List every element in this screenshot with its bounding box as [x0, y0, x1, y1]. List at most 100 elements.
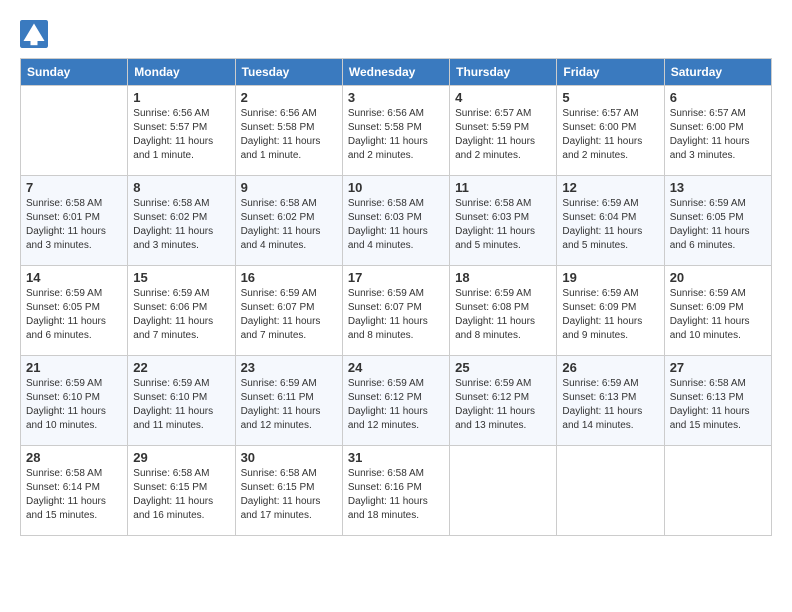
calendar-cell [664, 446, 771, 536]
calendar-cell: 18Sunrise: 6:59 AMSunset: 6:08 PMDayligh… [450, 266, 557, 356]
calendar-cell: 9 Sunrise: 6:58 AMSunset: 6:02 PMDaylight… [235, 176, 342, 266]
calendar-cell: 11 Sunrise: 6:58 AMSunset: 6:03 PMDayligh… [450, 176, 557, 266]
calendar-cell: 2 Sunrise: 6:56 AMSunset: 5:58 PMDaylight… [235, 86, 342, 176]
day-info: Sunrise: 6:59 AMSunset: 6:04 PMDaylight:… [562, 197, 658, 253]
day-number: 25 [455, 360, 551, 375]
calendar-cell: 1 Sunrise: 6:56 AMSunset: 5:57 PMDaylight… [128, 86, 235, 176]
calendar-cell: 5Sunrise: 6:57 AMSunset: 6:00 PMDaylight… [557, 86, 664, 176]
day-info: Sunrise: 6:59 AMSunset: 6:06 PMDaylight:… [133, 287, 229, 343]
day-info: Sunrise: 6:59 AMSunset: 6:12 PMDaylight:… [455, 377, 551, 433]
day-number: 29 [133, 450, 229, 465]
day-info: Sunrise: 6:57 AMSunset: 6:00 PMDaylight:… [670, 107, 766, 163]
day-info: Sunrise: 6:57 AMSunset: 5:59 PMDaylight:… [455, 107, 551, 163]
day-number: 26 [562, 360, 658, 375]
calendar-cell: 13Sunrise: 6:59 AMSunset: 6:05 PMDayligh… [664, 176, 771, 266]
day-number: 31 [348, 450, 444, 465]
day-info: Sunrise: 6:59 AMSunset: 6:10 PMDaylight:… [133, 377, 229, 433]
day-number: 8 [133, 180, 229, 195]
day-number: 1 [133, 90, 229, 105]
day-number: 7 [26, 180, 122, 195]
day-info: Sunrise: 6:59 AMSunset: 6:10 PMDaylight:… [26, 377, 122, 433]
day-number: 30 [241, 450, 337, 465]
calendar-cell: 8 Sunrise: 6:58 AMSunset: 6:02 PMDaylight… [128, 176, 235, 266]
day-number: 13 [670, 180, 766, 195]
weekday-header-sunday: Sunday [21, 59, 128, 86]
calendar-cell: 4 Sunrise: 6:57 AMSunset: 5:59 PMDaylight… [450, 86, 557, 176]
calendar-cell: 20 Sunrise: 6:59 AMSunset: 6:09 PMDayligh… [664, 266, 771, 356]
calendar-cell [21, 86, 128, 176]
day-number: 28 [26, 450, 122, 465]
calendar-cell: 16 Sunrise: 6:59 AMSunset: 6:07 PMDayligh… [235, 266, 342, 356]
day-number: 2 [241, 90, 337, 105]
day-number: 14 [26, 270, 122, 285]
day-number: 9 [241, 180, 337, 195]
day-info: Sunrise: 6:59 AMSunset: 6:11 PMDaylight:… [241, 377, 337, 433]
day-number: 24 [348, 360, 444, 375]
calendar-week-row: 1 Sunrise: 6:56 AMSunset: 5:57 PMDaylight… [21, 86, 772, 176]
day-number: 18 [455, 270, 551, 285]
day-info: Sunrise: 6:57 AMSunset: 6:00 PMDaylight:… [562, 107, 658, 163]
day-info: Sunrise: 6:58 AMSunset: 6:15 PMDaylight:… [133, 467, 229, 523]
calendar-cell: 23 Sunrise: 6:59 AMSunset: 6:11 PMDayligh… [235, 356, 342, 446]
day-number: 16 [241, 270, 337, 285]
day-info: Sunrise: 6:58 AMSunset: 6:01 PMDaylight:… [26, 197, 122, 253]
calendar-header-row: SundayMondayTuesdayWednesdayThursdayFrid… [21, 59, 772, 86]
day-info: Sunrise: 6:58 AMSunset: 6:03 PMDaylight:… [348, 197, 444, 253]
weekday-header-friday: Friday [557, 59, 664, 86]
calendar-cell: 15 Sunrise: 6:59 AMSunset: 6:06 PMDayligh… [128, 266, 235, 356]
day-info: Sunrise: 6:59 AMSunset: 6:07 PMDaylight:… [348, 287, 444, 343]
calendar-cell: 14Sunrise: 6:59 AMSunset: 6:05 PMDayligh… [21, 266, 128, 356]
day-info: Sunrise: 6:59 AMSunset: 6:07 PMDaylight:… [241, 287, 337, 343]
day-info: Sunrise: 6:56 AMSunset: 5:57 PMDaylight:… [133, 107, 229, 163]
day-number: 11 [455, 180, 551, 195]
day-info: Sunrise: 6:56 AMSunset: 5:58 PMDaylight:… [241, 107, 337, 163]
calendar-cell: 31Sunrise: 6:58 AMSunset: 6:16 PMDayligh… [342, 446, 449, 536]
day-info: Sunrise: 6:59 AMSunset: 6:09 PMDaylight:… [670, 287, 766, 343]
page-header [20, 20, 772, 48]
day-number: 27 [670, 360, 766, 375]
weekday-header-monday: Monday [128, 59, 235, 86]
calendar-cell: 12 Sunrise: 6:59 AMSunset: 6:04 PMDayligh… [557, 176, 664, 266]
day-info: Sunrise: 6:56 AMSunset: 5:58 PMDaylight:… [348, 107, 444, 163]
day-info: Sunrise: 6:58 AMSunset: 6:15 PMDaylight:… [241, 467, 337, 523]
calendar-cell: 24 Sunrise: 6:59 AMSunset: 6:12 PMDayligh… [342, 356, 449, 446]
calendar-week-row: 21Sunrise: 6:59 AMSunset: 6:10 PMDayligh… [21, 356, 772, 446]
day-info: Sunrise: 6:58 AMSunset: 6:02 PMDaylight:… [241, 197, 337, 253]
weekday-header-tuesday: Tuesday [235, 59, 342, 86]
day-number: 10 [348, 180, 444, 195]
calendar-cell: 25 Sunrise: 6:59 AMSunset: 6:12 PMDayligh… [450, 356, 557, 446]
calendar-cell: 22Sunrise: 6:59 AMSunset: 6:10 PMDayligh… [128, 356, 235, 446]
calendar-cell: 21Sunrise: 6:59 AMSunset: 6:10 PMDayligh… [21, 356, 128, 446]
day-number: 4 [455, 90, 551, 105]
day-info: Sunrise: 6:59 AMSunset: 6:12 PMDaylight:… [348, 377, 444, 433]
calendar-week-row: 14Sunrise: 6:59 AMSunset: 6:05 PMDayligh… [21, 266, 772, 356]
day-info: Sunrise: 6:58 AMSunset: 6:13 PMDaylight:… [670, 377, 766, 433]
logo [20, 20, 52, 48]
day-info: Sunrise: 6:59 AMSunset: 6:09 PMDaylight:… [562, 287, 658, 343]
calendar-table: SundayMondayTuesdayWednesdayThursdayFrid… [20, 58, 772, 536]
calendar-cell: 26Sunrise: 6:59 AMSunset: 6:13 PMDayligh… [557, 356, 664, 446]
calendar-cell: 19 Sunrise: 6:59 AMSunset: 6:09 PMDayligh… [557, 266, 664, 356]
day-info: Sunrise: 6:58 AMSunset: 6:03 PMDaylight:… [455, 197, 551, 253]
day-number: 15 [133, 270, 229, 285]
calendar-cell: 3 Sunrise: 6:56 AMSunset: 5:58 PMDaylight… [342, 86, 449, 176]
weekday-header-thursday: Thursday [450, 59, 557, 86]
day-number: 17 [348, 270, 444, 285]
calendar-cell: 28Sunrise: 6:58 AMSunset: 6:14 PMDayligh… [21, 446, 128, 536]
day-number: 19 [562, 270, 658, 285]
day-number: 6 [670, 90, 766, 105]
calendar-cell [450, 446, 557, 536]
calendar-cell: 7 Sunrise: 6:58 AMSunset: 6:01 PMDaylight… [21, 176, 128, 266]
day-number: 3 [348, 90, 444, 105]
day-number: 23 [241, 360, 337, 375]
day-number: 20 [670, 270, 766, 285]
calendar-cell: 6 Sunrise: 6:57 AMSunset: 6:00 PMDaylight… [664, 86, 771, 176]
calendar-cell: 10 Sunrise: 6:58 AMSunset: 6:03 PMDayligh… [342, 176, 449, 266]
day-number: 12 [562, 180, 658, 195]
day-info: Sunrise: 6:58 AMSunset: 6:02 PMDaylight:… [133, 197, 229, 253]
calendar-cell: 30 Sunrise: 6:58 AMSunset: 6:15 PMDayligh… [235, 446, 342, 536]
weekday-header-wednesday: Wednesday [342, 59, 449, 86]
calendar-cell: 17 Sunrise: 6:59 AMSunset: 6:07 PMDayligh… [342, 266, 449, 356]
calendar-cell: 29 Sunrise: 6:58 AMSunset: 6:15 PMDayligh… [128, 446, 235, 536]
calendar-cell: 27 Sunrise: 6:58 AMSunset: 6:13 PMDayligh… [664, 356, 771, 446]
